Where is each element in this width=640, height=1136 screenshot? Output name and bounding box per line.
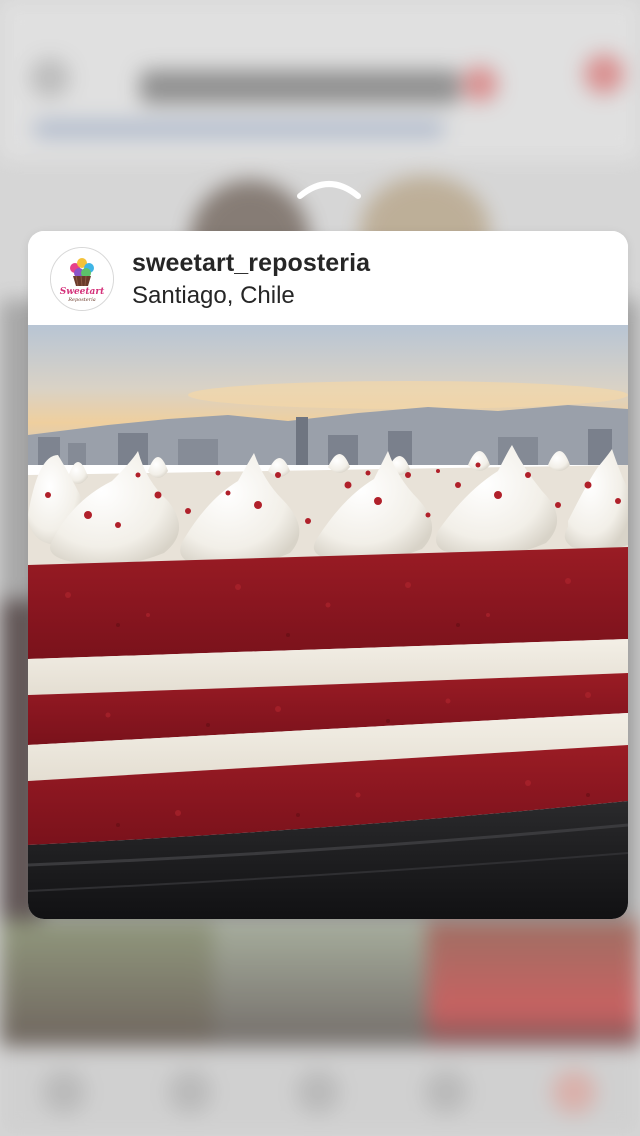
sweetart-logo: Sweetart Repostería [51, 248, 113, 310]
avatar[interactable]: Sweetart Repostería [50, 247, 114, 311]
post-header: Sweetart Repostería sweetart_reposteria … [28, 231, 628, 325]
svg-text:Repostería: Repostería [67, 296, 95, 303]
chevron-up-icon[interactable] [294, 178, 364, 202]
post-preview-card[interactable]: Sweetart Repostería sweetart_reposteria … [28, 231, 628, 919]
username[interactable]: sweetart_reposteria [132, 249, 370, 278]
svg-text:Sweetart: Sweetart [60, 287, 105, 297]
post-photo[interactable] [28, 325, 628, 919]
location-tag[interactable]: Santiago, Chile [132, 282, 295, 310]
